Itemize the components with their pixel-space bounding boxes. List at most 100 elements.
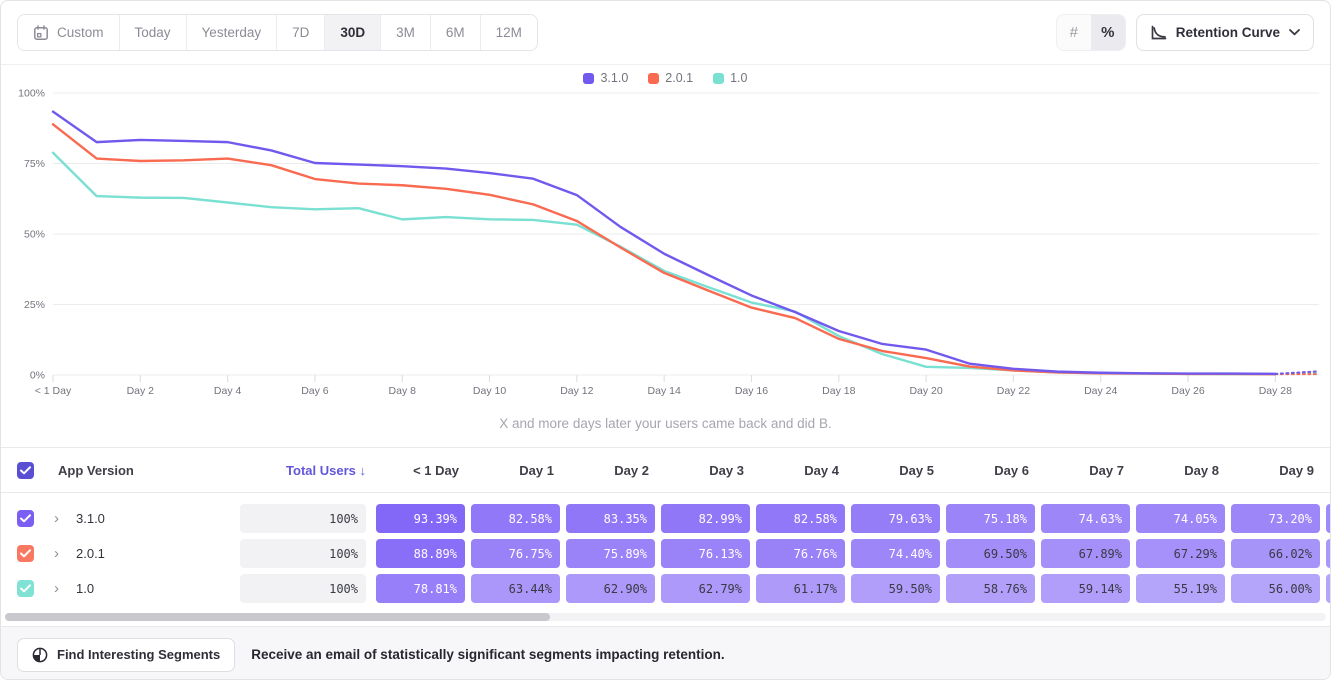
total-users-cell: 100%: [240, 504, 366, 533]
date-range-label: Today: [135, 25, 171, 40]
day-column-headers: < 1 DayDay 1Day 2Day 3Day 4Day 5Day 6Day…: [376, 463, 1326, 478]
retention-value-cell[interactable]: 63.44%: [471, 574, 560, 603]
retention-value-cell[interactable]: 62.79%: [661, 574, 750, 603]
retention-value-cell-clipped[interactable]: [1326, 539, 1331, 568]
date-range-custom[interactable]: Custom: [18, 15, 119, 50]
row-app-version: 1.0: [76, 581, 94, 596]
table-body: ›3.1.0100%93.39%82.58%83.35%82.99%82.58%…: [1, 493, 1330, 606]
legend-item-2.0.1[interactable]: 2.0.1: [648, 71, 693, 85]
retention-chart: 0%25%50%75%100%< 1 DayDay 2Day 4Day 6Day…: [1, 65, 1330, 447]
select-all-checkbox[interactable]: [17, 462, 34, 479]
date-range-yesterday[interactable]: Yesterday: [186, 15, 277, 50]
retention-value-cell[interactable]: 74.40%: [851, 539, 940, 568]
date-range-group: Custom Today Yesterday 7D30D3M6M12M: [17, 14, 538, 51]
date-range-label: Yesterday: [202, 25, 262, 40]
svg-text:50%: 50%: [24, 229, 45, 241]
retention-value-cell[interactable]: 61.17%: [756, 574, 845, 603]
retention-value-cell[interactable]: 73.20%: [1231, 504, 1320, 533]
footer-bar: Find Interesting Segments Receive an ema…: [1, 626, 1330, 680]
retention-value-cell[interactable]: 74.05%: [1136, 504, 1225, 533]
table-row: ›1.0100%78.81%63.44%62.90%62.79%61.17%59…: [1, 571, 1330, 606]
retention-value-cell[interactable]: 82.99%: [661, 504, 750, 533]
retention-value-cell[interactable]: 76.76%: [756, 539, 845, 568]
retention-value-cell[interactable]: 76.13%: [661, 539, 750, 568]
retention-value-cell[interactable]: 58.76%: [946, 574, 1035, 603]
retention-value-cell-clipped[interactable]: [1326, 574, 1331, 603]
retention-value-cell[interactable]: 82.58%: [756, 504, 845, 533]
retention-value-cell[interactable]: 88.89%: [376, 539, 465, 568]
date-range-3m[interactable]: 3M: [380, 15, 430, 50]
column-header-total-users[interactable]: Total Users ↓: [240, 463, 366, 478]
retention-value-cell[interactable]: 75.18%: [946, 504, 1035, 533]
column-header-app-version: App Version: [58, 463, 134, 478]
chart-type-dropdown[interactable]: Retention Curve: [1136, 14, 1314, 51]
retention-line-chart[interactable]: 0%25%50%75%100%< 1 DayDay 2Day 4Day 6Day…: [1, 65, 1331, 447]
svg-text:Day 24: Day 24: [1084, 385, 1117, 397]
retention-value-cell[interactable]: 83.35%: [566, 504, 655, 533]
retention-value-cell[interactable]: 75.89%: [566, 539, 655, 568]
legend-swatch: [648, 73, 659, 84]
toolbar: Custom Today Yesterday 7D30D3M6M12M #% Rete…: [1, 1, 1330, 65]
row-checkbox[interactable]: [17, 580, 34, 597]
retention-value-cell[interactable]: 69.50%: [946, 539, 1035, 568]
date-range-label: Custom: [57, 25, 104, 40]
date-range-today[interactable]: Today: [119, 15, 186, 50]
svg-text:Day 8: Day 8: [389, 385, 417, 397]
percent-mode-button[interactable]: %: [1091, 15, 1125, 50]
date-range-12m[interactable]: 12M: [480, 15, 537, 50]
column-header-day: Day 8: [1136, 463, 1225, 478]
svg-text:Day 6: Day 6: [301, 385, 329, 397]
column-header-day: Day 6: [946, 463, 1035, 478]
expand-chevron-icon[interactable]: ›: [54, 546, 68, 561]
check-icon: [20, 466, 31, 475]
expand-chevron-icon[interactable]: ›: [54, 511, 68, 526]
chart-subtitle: X and more days later your users came ba…: [1, 416, 1330, 431]
legend-label: 3.1.0: [600, 71, 628, 85]
svg-text:75%: 75%: [24, 158, 45, 170]
horizontal-scrollbar: [5, 613, 1326, 621]
row-checkbox[interactable]: [17, 545, 34, 562]
svg-text:Day 2: Day 2: [127, 385, 155, 397]
legend-item-3.1.0[interactable]: 3.1.0: [583, 71, 628, 85]
column-header-day: Day 4: [756, 463, 845, 478]
retention-value-cell[interactable]: 78.81%: [376, 574, 465, 603]
svg-text:25%: 25%: [24, 299, 45, 311]
calendar-icon: [33, 25, 49, 41]
svg-text:Day 14: Day 14: [648, 385, 681, 397]
segments-pie-icon: [32, 647, 48, 663]
expand-chevron-icon[interactable]: ›: [54, 581, 68, 596]
retention-value-cell[interactable]: 76.75%: [471, 539, 560, 568]
scrollbar-thumb[interactable]: [5, 613, 550, 621]
retention-value-cell[interactable]: 55.19%: [1136, 574, 1225, 603]
svg-text:0%: 0%: [30, 370, 45, 382]
find-segments-button[interactable]: Find Interesting Segments: [17, 638, 235, 672]
table-row: ›3.1.0100%93.39%82.58%83.35%82.99%82.58%…: [1, 501, 1330, 536]
retention-value-cell[interactable]: 59.14%: [1041, 574, 1130, 603]
table-header-fixed: App Version Total Users ↓: [1, 462, 376, 479]
retention-value-cell[interactable]: 93.39%: [376, 504, 465, 533]
retention-value-cell[interactable]: 74.63%: [1041, 504, 1130, 533]
retention-value-cell[interactable]: 67.29%: [1136, 539, 1225, 568]
retention-value-cell[interactable]: 66.02%: [1231, 539, 1320, 568]
date-range-6m[interactable]: 6M: [430, 15, 480, 50]
date-range-7d[interactable]: 7D: [276, 15, 324, 50]
retention-value-cell-clipped[interactable]: [1326, 504, 1331, 533]
retention-value-cell[interactable]: 82.58%: [471, 504, 560, 533]
retention-value-cell[interactable]: 67.89%: [1041, 539, 1130, 568]
retention-value-cell[interactable]: 79.63%: [851, 504, 940, 533]
absolute-mode-button[interactable]: #: [1057, 15, 1091, 50]
column-header-day: Day 3: [661, 463, 750, 478]
retention-value-cell[interactable]: 59.50%: [851, 574, 940, 603]
retention-value-cell[interactable]: 62.90%: [566, 574, 655, 603]
chart-legend: 3.1.0 2.0.1 1.0: [1, 71, 1330, 85]
date-range-30d[interactable]: 30D: [324, 15, 380, 50]
legend-item-1.0[interactable]: 1.0: [713, 71, 747, 85]
column-header-day: Day 5: [851, 463, 940, 478]
retention-value-cell[interactable]: 56.00%: [1231, 574, 1320, 603]
retention-curve-icon: [1150, 25, 1167, 41]
legend-label: 1.0: [730, 71, 747, 85]
svg-text:100%: 100%: [18, 88, 45, 100]
legend-label: 2.0.1: [665, 71, 693, 85]
footer-message: Receive an email of statistically signif…: [251, 647, 724, 662]
row-checkbox[interactable]: [17, 510, 34, 527]
